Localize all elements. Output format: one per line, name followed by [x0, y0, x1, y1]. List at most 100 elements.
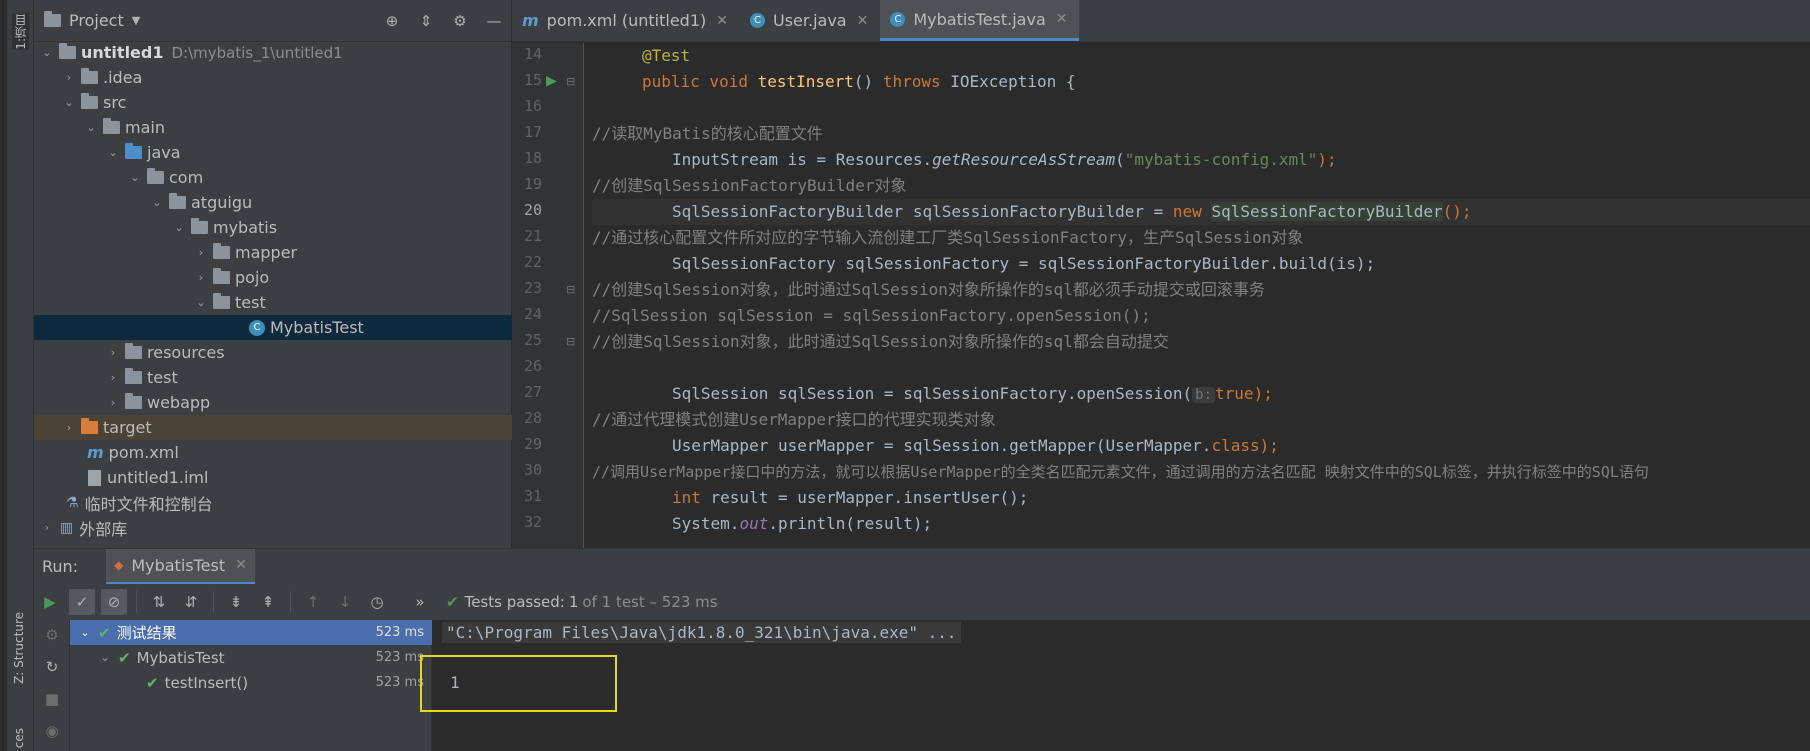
test-node-root[interactable]: ⌄ ✔ 测试结果 523 ms — [70, 620, 432, 645]
console-output[interactable]: "C:\Program Files\Java\jdk1.8.0_321\bin\… — [432, 620, 1810, 751]
resources-folder-icon — [125, 343, 142, 359]
folder-icon — [125, 368, 142, 384]
chevron-down-icon[interactable]: ⌄ — [172, 221, 186, 234]
tree-item-src[interactable]: ⌄ src — [34, 90, 512, 115]
chevron-down-icon[interactable]: ⌄ — [98, 651, 112, 664]
test-duration: 523 ms — [375, 675, 424, 690]
chevron-down-icon[interactable]: ⌄ — [106, 146, 120, 159]
tree-label: .idea — [103, 68, 143, 87]
tree-item-test-package[interactable]: ⌄ test — [34, 290, 512, 315]
project-view-selector[interactable]: Project — [69, 11, 124, 30]
close-icon[interactable]: ✕ — [235, 557, 247, 573]
code-line-29: UserMapper userMapper = sqlSession.getMa… — [672, 436, 1279, 455]
chevron-right-icon[interactable]: › — [106, 346, 120, 359]
tree-item-pojo[interactable]: › pojo — [34, 265, 512, 290]
line-number: 21 — [523, 227, 542, 245]
stop-icon[interactable]: ■ — [39, 686, 65, 712]
chevron-down-icon[interactable]: ⌄ — [62, 96, 76, 109]
rerun-icon[interactable]: ▶ — [37, 589, 63, 615]
chevron-down-icon[interactable]: ⌄ — [84, 121, 98, 134]
show-ignored-icon[interactable]: ⊘ — [101, 589, 127, 615]
collapse-all-icon[interactable]: ⇞ — [255, 589, 281, 615]
chevron-down-icon[interactable]: ⌄ — [78, 626, 92, 639]
camera-icon[interactable]: ◉ — [39, 718, 65, 744]
line-number: 23 — [523, 279, 542, 297]
status-count: 1 — [568, 593, 579, 611]
chevron-right-icon[interactable]: › — [106, 371, 120, 384]
arrow-down-icon[interactable]: ↓ — [332, 589, 358, 615]
tree-item-com[interactable]: ⌄ com — [34, 165, 512, 190]
status-prefix: Tests passed: — [464, 593, 565, 611]
chevron-right-icon[interactable]: › — [194, 246, 208, 259]
toggle-auto-test-icon[interactable]: ↻ — [39, 654, 65, 680]
tab-pom-xml[interactable]: m pom.xml (untitled1) ✕ — [512, 0, 740, 41]
package-icon — [147, 168, 164, 184]
test-node-class[interactable]: ⌄ ✔ MybatisTest 523 ms — [70, 645, 432, 670]
line-number: 27 — [523, 383, 542, 401]
toolbar-separator — [213, 591, 214, 613]
editor-tab-bar: m pom.xml (untitled1) ✕ C User.java ✕ C … — [512, 0, 1810, 42]
sort-alpha-icon[interactable]: ⇅ — [146, 589, 172, 615]
test-node-method[interactable]: ✔ testInsert() 523 ms — [70, 670, 432, 695]
close-icon[interactable]: ✕ — [1056, 11, 1068, 27]
tree-item-atguigu[interactable]: ⌄ atguigu — [34, 190, 512, 215]
line-number: 15 — [523, 71, 542, 89]
tab-mybatistest-java[interactable]: C MybatisTest.java ✕ — [880, 0, 1080, 41]
parameter-hint: b: — [1192, 387, 1216, 403]
test-results-tree: ⌄ ✔ 测试结果 523 ms ⌄ ✔ MybatisTest 523 ms ✔… — [70, 620, 432, 751]
tree-item-iml[interactable]: untitled1.iml — [34, 465, 512, 490]
fold-icon[interactable]: ⊟ — [566, 283, 575, 296]
tree-item-main[interactable]: ⌄ main — [34, 115, 512, 140]
tree-item-idea[interactable]: › .idea — [34, 65, 512, 90]
tree-item-mybatis[interactable]: ⌄ mybatis — [34, 215, 512, 240]
locate-icon[interactable]: ⊕ — [383, 12, 401, 30]
gear-icon[interactable]: ⚙ — [451, 12, 469, 30]
tree-item-scratches[interactable]: ⚗ 临时文件和控制台 — [34, 490, 512, 515]
chevron-down-icon[interactable]: ⌄ — [40, 46, 54, 59]
close-icon[interactable]: ✕ — [857, 13, 869, 29]
chevron-down-icon[interactable]: ⌄ — [194, 296, 208, 309]
tree-item-mapper[interactable]: › mapper — [34, 240, 512, 265]
chevron-down-icon[interactable]: ⌄ — [128, 171, 142, 184]
tree-item-java[interactable]: ⌄ java — [34, 140, 512, 165]
tree-item-resources[interactable]: › resources — [34, 340, 512, 365]
fold-icon[interactable]: ⊟ — [566, 75, 575, 88]
chevron-down-icon[interactable]: ⌄ — [150, 196, 164, 209]
run-test-icon[interactable]: ▶ — [546, 73, 557, 89]
chevron-right-icon[interactable]: › — [194, 271, 208, 284]
structure-tool-tab[interactable]: Z: Structure — [12, 612, 26, 684]
tree-item-external-libs[interactable]: › ▥ 外部库 — [34, 515, 512, 540]
run-tab-mybatistest[interactable]: ◆ MybatisTest ✕ — [106, 548, 255, 585]
code-line-32: System.out.println(result); — [672, 514, 933, 533]
collapse-all-icon[interactable]: ⇕ — [417, 12, 435, 30]
chevron-right-icon[interactable]: › — [40, 521, 54, 534]
sort-duration-icon[interactable]: ⇵ — [178, 589, 204, 615]
code-editor[interactable]: 14 15 16 17 18 19 20 21 22 23 24 25 26 2… — [512, 43, 1810, 548]
console-command-line[interactable]: "C:\Program Files\Java\jdk1.8.0_321\bin\… — [442, 622, 961, 643]
chevron-right-icon[interactable]: › — [62, 71, 76, 84]
chevron-right-icon[interactable]: › — [62, 421, 76, 434]
tree-item-pom[interactable]: m pom.xml — [34, 440, 512, 465]
history-icon[interactable]: ◷ — [364, 589, 390, 615]
close-icon[interactable]: ✕ — [716, 13, 728, 29]
chevron-down-icon[interactable]: ▼ — [132, 14, 140, 27]
tree-item-test-folder[interactable]: › test — [34, 365, 512, 390]
tree-label: webapp — [147, 393, 211, 412]
arrow-up-icon[interactable]: ↑ — [300, 589, 326, 615]
tree-item-webapp[interactable]: › webapp — [34, 390, 512, 415]
project-tool-tab[interactable]: 1:项目 — [12, 14, 29, 50]
chevron-right-icon[interactable]: › — [106, 396, 120, 409]
more-icon[interactable]: » — [407, 589, 433, 615]
tree-label: test — [147, 368, 178, 387]
minimize-icon[interactable]: — — [485, 12, 503, 30]
tree-item-untitled1[interactable]: ⌄ untitled1 D:\mybatis_1\untitled1 — [34, 40, 512, 65]
tree-item-mybatistest[interactable]: C MybatisTest — [34, 315, 512, 340]
tests-status: ✔ Tests passed: 1 of 1 test – 523 ms — [446, 593, 718, 611]
show-passed-icon[interactable]: ✓ — [69, 589, 95, 615]
debug-icon[interactable]: ⚙ — [39, 622, 65, 648]
tree-item-target[interactable]: › target — [34, 415, 512, 440]
tab-user-java[interactable]: C User.java ✕ — [740, 0, 880, 41]
fold-icon[interactable]: ⊟ — [566, 335, 575, 348]
extra-tool-tab[interactable]: ces — [12, 728, 26, 748]
expand-all-icon[interactable]: ⇟ — [223, 589, 249, 615]
